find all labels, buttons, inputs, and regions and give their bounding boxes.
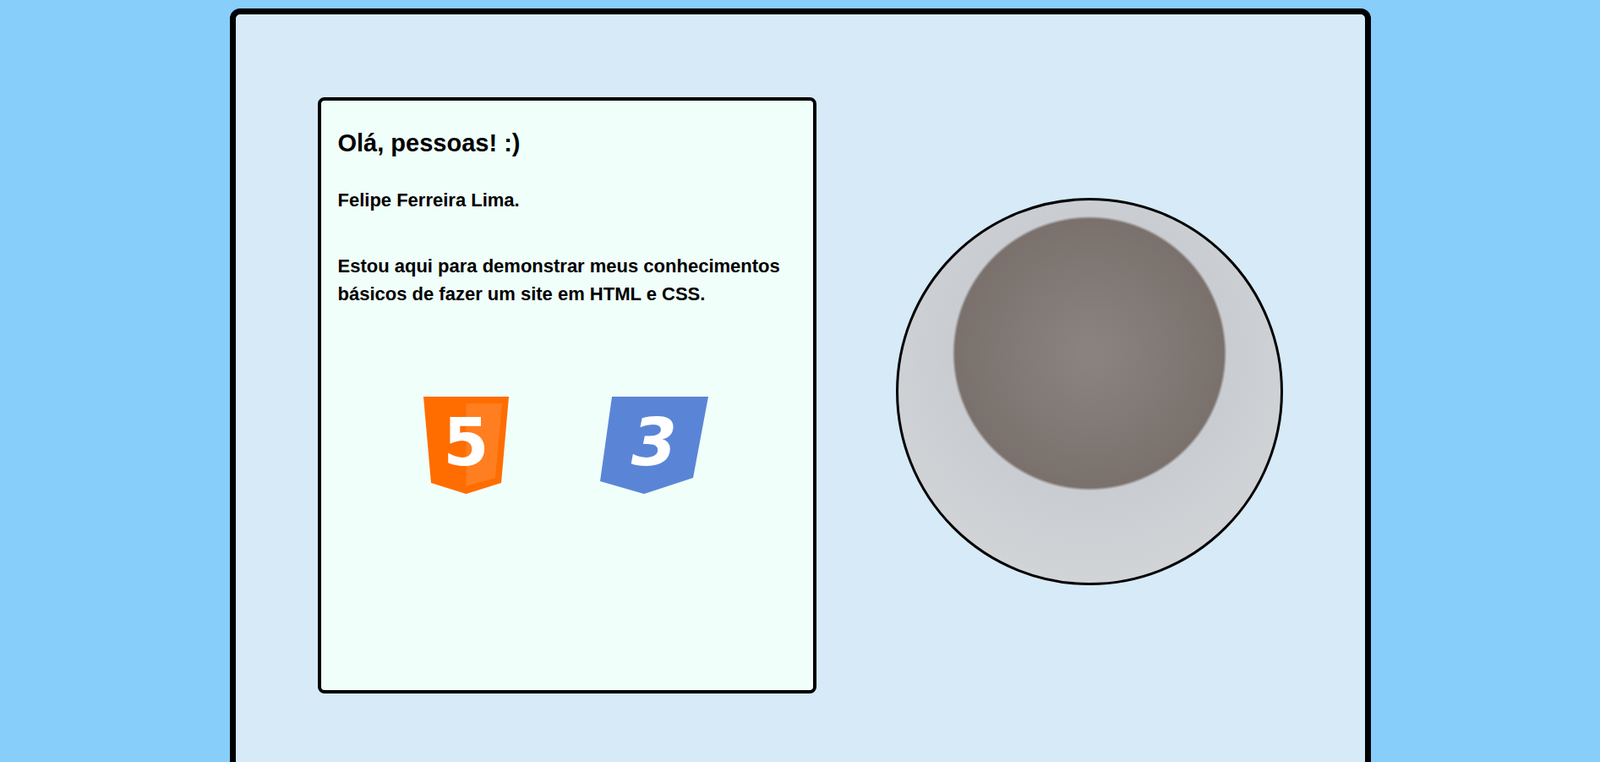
content-row: Olá, pessoas! :) Felipe Ferreira Lima. Est… xyxy=(317,97,1284,694)
logo-glyph: 5 xyxy=(423,396,509,487)
html5-logo-icon: 5 xyxy=(423,396,509,494)
tech-logos: 53 xyxy=(338,396,795,494)
description-text: Estou aqui para demonstrar meus conhecim… xyxy=(338,251,795,308)
greeting-title: Olá, pessoas! :) xyxy=(338,129,795,158)
profile-photo xyxy=(895,197,1284,585)
css3-logo-icon: 3 xyxy=(600,396,709,494)
logo-glyph: 3 xyxy=(600,396,709,487)
intro-card: Olá, pessoas! :) Felipe Ferreira Lima. Est… xyxy=(317,97,817,694)
page-frame: Olá, pessoas! :) Felipe Ferreira Lima. Est… xyxy=(229,8,1371,762)
author-name: Felipe Ferreira Lima. xyxy=(338,189,795,212)
